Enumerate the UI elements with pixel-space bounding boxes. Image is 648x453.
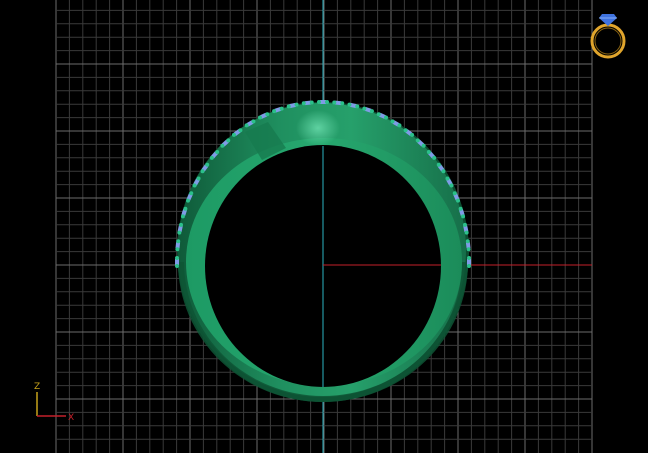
prong	[415, 138, 420, 143]
prong	[226, 138, 231, 143]
prong	[175, 264, 179, 268]
prong	[410, 132, 415, 137]
prong	[403, 128, 408, 133]
prong	[176, 239, 181, 244]
prong	[257, 115, 262, 120]
prong	[231, 132, 236, 137]
prong	[449, 183, 454, 188]
axis-label-x: X	[68, 413, 74, 423]
prong	[309, 100, 314, 105]
ring-top-shine	[296, 110, 340, 146]
prong	[192, 183, 197, 188]
prong	[279, 106, 284, 111]
prong	[175, 256, 179, 260]
prong	[244, 123, 249, 128]
prong	[369, 109, 374, 114]
prong	[183, 206, 188, 211]
prong	[397, 123, 402, 128]
prong	[196, 176, 201, 181]
prong	[209, 155, 214, 160]
prong	[461, 214, 466, 219]
prong	[355, 104, 360, 109]
prong	[200, 169, 205, 174]
prong	[301, 101, 306, 106]
prong	[432, 155, 437, 160]
prong	[325, 100, 329, 104]
prong	[464, 230, 469, 235]
prong	[456, 198, 461, 203]
prong	[441, 169, 446, 174]
prong	[175, 247, 180, 252]
prong	[179, 222, 184, 227]
prong	[467, 264, 471, 268]
prong	[265, 112, 270, 117]
prong	[177, 230, 182, 235]
view-gizmo[interactable]	[590, 14, 626, 59]
viewport-canvas[interactable]: Z X	[0, 0, 648, 453]
prong	[185, 198, 190, 203]
prong	[272, 109, 277, 114]
prong	[286, 104, 291, 109]
prong	[180, 214, 185, 219]
prong	[445, 176, 450, 181]
prong	[466, 247, 471, 252]
axis-indicator: Z X	[34, 382, 74, 423]
axis-label-z: Z	[34, 382, 40, 392]
ring-model[interactable]	[175, 100, 471, 402]
prong	[436, 162, 441, 167]
prong	[421, 143, 426, 148]
prong	[220, 143, 225, 148]
prong	[452, 191, 457, 196]
prong	[215, 149, 220, 154]
prong	[384, 115, 389, 120]
prong	[467, 256, 471, 260]
prong	[189, 191, 194, 196]
prong	[332, 100, 337, 105]
prong	[294, 102, 299, 107]
prong	[340, 101, 345, 106]
prong	[317, 100, 321, 104]
prong	[251, 119, 256, 124]
prong	[426, 149, 431, 154]
diamond-icon	[599, 14, 617, 26]
ring-diamond-icon[interactable]	[590, 23, 626, 59]
prong	[465, 239, 470, 244]
prong	[238, 128, 243, 133]
prong	[390, 119, 395, 124]
prong	[458, 206, 463, 211]
3d-viewport[interactable]: Z X	[0, 0, 648, 453]
prong	[347, 102, 352, 107]
prong	[462, 222, 467, 227]
prong	[205, 162, 210, 167]
prong	[376, 112, 381, 117]
prong	[362, 106, 367, 111]
